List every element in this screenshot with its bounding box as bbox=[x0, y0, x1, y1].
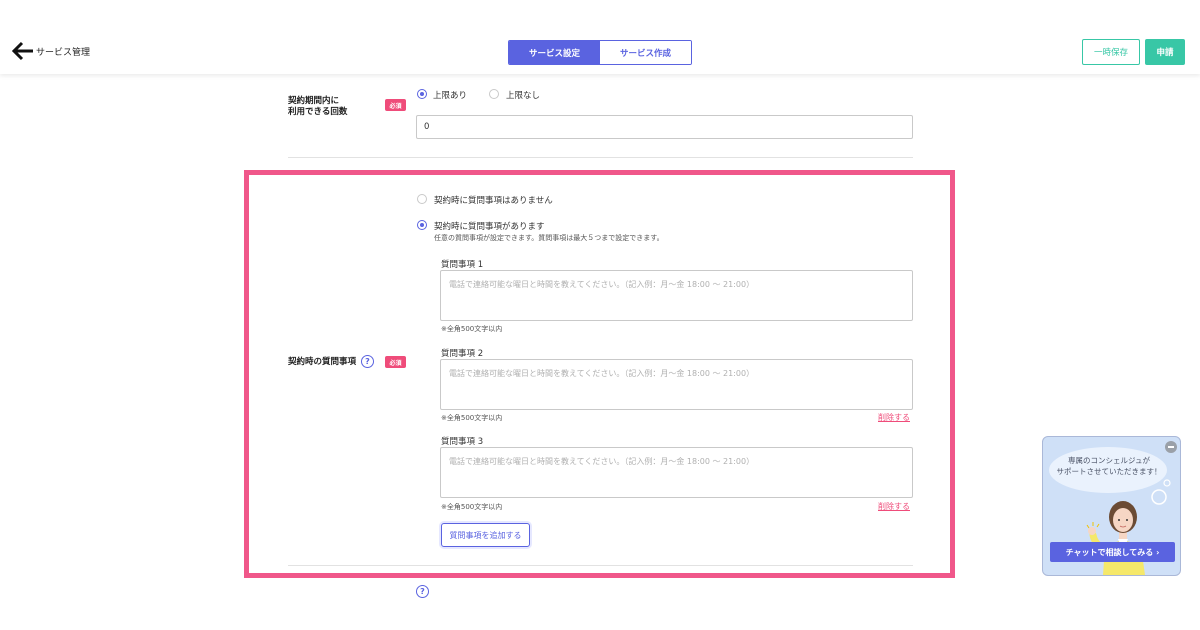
question-3-textarea[interactable]: 電話で連絡可能な曜日と時間を教えてください。（記入例：月〜金 18:00 〜 2… bbox=[440, 447, 913, 498]
top-header: サービス管理 サービス設定 サービス作成 一時保存 申請 bbox=[0, 0, 1200, 74]
question-1-textarea[interactable]: 電話で連絡可能な曜日と時間を教えてください。（記入例：月〜金 18:00 〜 2… bbox=[440, 270, 913, 321]
question-1-placeholder: 電話で連絡可能な曜日と時間を教えてください。（記入例：月〜金 18:00 〜 2… bbox=[449, 280, 755, 289]
question-2-delete-link[interactable]: 削除する bbox=[878, 412, 910, 423]
question-2-label: 質問事項 2 bbox=[441, 349, 484, 359]
question-2-placeholder: 電話で連絡可能な曜日と時間を教えてください。（記入例：月〜金 18:00 〜 2… bbox=[449, 369, 755, 378]
chat-message: 専属のコンシェルジュが サポートさせていただきます！ bbox=[1047, 455, 1171, 477]
question-1-label: 質問事項 1 bbox=[441, 260, 484, 270]
question-3-label: 質問事項 3 bbox=[441, 437, 484, 447]
chat-widget[interactable]: 専属のコンシェルジュが サポートさせていただきます！ チャットで相談してみる › bbox=[1042, 436, 1181, 576]
radio-limited-label: 上限あり bbox=[433, 91, 468, 101]
add-question-button[interactable]: 質問事項を追加する bbox=[441, 523, 530, 547]
chat-message-line1: 専属のコンシェルジュが bbox=[1068, 456, 1150, 465]
radio-unlimited-label: 上限なし bbox=[506, 91, 541, 101]
back-link[interactable]: サービス管理 bbox=[12, 41, 90, 61]
radio-no-questions[interactable] bbox=[417, 194, 427, 204]
question-3-delete-link[interactable]: 削除する bbox=[878, 501, 910, 512]
temp-save-button[interactable]: 一時保存 bbox=[1082, 39, 1140, 65]
radio-has-questions[interactable] bbox=[417, 220, 427, 230]
radio-limited[interactable] bbox=[417, 89, 427, 99]
arrow-left-icon bbox=[12, 41, 33, 61]
question-2-note: ※全角500文字以内 bbox=[441, 414, 503, 422]
usage-count-input[interactable]: 0 bbox=[416, 115, 913, 139]
tab-service-create[interactable]: サービス作成 bbox=[600, 41, 691, 64]
usage-limit-label-line2: 利用できる回数 bbox=[288, 107, 348, 117]
question-3-note: ※全角500文字以内 bbox=[441, 503, 503, 511]
usage-limit-label-line1: 契約期間内に bbox=[288, 96, 340, 106]
divider bbox=[288, 565, 913, 566]
usage-limit-label: 契約期間内に 利用できる回数 bbox=[288, 96, 347, 118]
tab-bar: サービス設定 サービス作成 bbox=[508, 40, 692, 65]
tab-service-settings[interactable]: サービス設定 bbox=[509, 41, 600, 64]
question-2-textarea[interactable]: 電話で連絡可能な曜日と時間を教えてください。（記入例：月〜金 18:00 〜 2… bbox=[440, 359, 913, 410]
back-label: サービス管理 bbox=[36, 47, 91, 58]
questions-label: 契約時の質問事項 bbox=[288, 357, 357, 367]
required-badge: 必須 bbox=[385, 99, 406, 111]
radio-has-questions-label: 契約時に質問事項があります bbox=[434, 222, 545, 232]
chat-consult-button[interactable]: チャットで相談してみる › bbox=[1050, 542, 1175, 562]
divider bbox=[288, 157, 913, 158]
required-badge: 必須 bbox=[385, 356, 406, 368]
radio-no-questions-label: 契約時に質問事項はありません bbox=[434, 196, 553, 206]
apply-button[interactable]: 申請 bbox=[1145, 39, 1185, 65]
minimize-icon[interactable] bbox=[1165, 441, 1177, 453]
question-3-placeholder: 電話で連絡可能な曜日と時間を教えてください。（記入例：月〜金 18:00 〜 2… bbox=[449, 457, 755, 466]
help-icon[interactable]: ? bbox=[361, 355, 374, 368]
help-icon[interactable]: ? bbox=[416, 585, 429, 598]
question-1-note: ※全角500文字以内 bbox=[441, 325, 503, 333]
questions-description: 任意の質問事項が設定できます。質問事項は最大５つまで設定できます。 bbox=[434, 234, 664, 242]
radio-unlimited[interactable] bbox=[489, 89, 499, 99]
